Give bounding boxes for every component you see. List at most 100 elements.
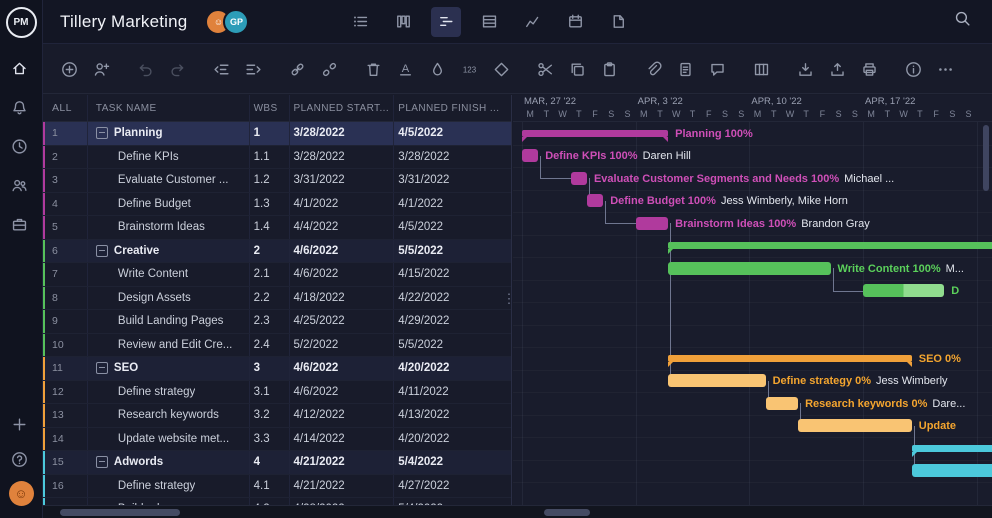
gantt-bar[interactable] — [522, 149, 538, 162]
gantt-vertical-scrollbar[interactable] — [983, 125, 989, 191]
gantt-bar[interactable] — [912, 464, 992, 477]
table-row[interactable]: 2Define KPIs1.13/28/20223/28/2022 — [42, 146, 511, 170]
search-icon[interactable] — [954, 10, 978, 34]
planned-start-cell[interactable]: 4/25/2022 — [290, 310, 395, 333]
collapse-icon[interactable] — [96, 456, 108, 468]
gantt-bar[interactable] — [668, 262, 830, 275]
wbs-cell[interactable]: 4.1 — [250, 475, 290, 498]
view-chart-button[interactable] — [517, 7, 547, 37]
gantt-bar[interactable] — [863, 284, 944, 297]
table-row[interactable]: 11SEO34/6/20224/20/2022 — [42, 357, 511, 381]
gantt-scroll-thumb[interactable] — [544, 509, 590, 516]
planned-start-cell[interactable]: 4/6/2022 — [290, 263, 395, 286]
toolbar-ellipsis-button[interactable] — [934, 58, 957, 81]
toolbar-user-plus-button[interactable] — [90, 58, 113, 81]
pm-logo[interactable]: PM — [6, 7, 37, 38]
collapse-icon[interactable] — [96, 127, 108, 139]
planned-start-cell[interactable]: 3/28/2022 — [290, 146, 395, 169]
view-report-button[interactable] — [603, 7, 633, 37]
view-gantt-button[interactable] — [431, 7, 461, 37]
toolbar-notes-button[interactable] — [674, 58, 697, 81]
wbs-cell[interactable]: 1.2 — [250, 169, 290, 192]
toolbar-trash-button[interactable] — [362, 58, 385, 81]
task-name-cell[interactable]: Planning — [88, 122, 250, 145]
view-sheet-button[interactable] — [474, 7, 504, 37]
wbs-cell[interactable]: 3.2 — [250, 404, 290, 427]
planned-start-cell[interactable]: 4/4/2022 — [290, 216, 395, 239]
wbs-cell[interactable]: 4.2 — [250, 498, 290, 505]
task-name-cell[interactable]: Design Assets — [88, 287, 250, 310]
column-header-finish[interactable]: PLANNED FINISH ... — [394, 95, 511, 121]
toolbar-link-button[interactable] — [286, 58, 309, 81]
task-name-cell[interactable]: Build Landing Pages — [88, 310, 250, 333]
wbs-cell[interactable]: 1 — [250, 122, 290, 145]
planned-start-cell[interactable]: 4/6/2022 — [290, 240, 395, 263]
gantt-bar[interactable] — [522, 130, 668, 137]
table-row[interactable]: 5Brainstorm Ideas1.44/4/20224/5/2022 — [42, 216, 511, 240]
planned-start-cell[interactable]: 4/1/2022 — [290, 193, 395, 216]
planned-start-cell[interactable]: 4/6/2022 — [290, 357, 395, 380]
task-name-cell[interactable]: Evaluate Customer ... — [88, 169, 250, 192]
toolbar-undo-button[interactable] — [134, 58, 157, 81]
wbs-cell[interactable]: 3.3 — [250, 428, 290, 451]
view-list-button[interactable] — [345, 7, 375, 37]
planned-finish-cell[interactable]: 4/27/2022 — [394, 475, 511, 498]
planned-start-cell[interactable]: 3/28/2022 — [290, 122, 395, 145]
avatar[interactable]: GP — [223, 9, 249, 35]
table-scroll-thumb[interactable] — [60, 509, 180, 516]
gantt-bar[interactable] — [912, 445, 992, 452]
wbs-cell[interactable]: 4 — [250, 451, 290, 474]
wbs-cell[interactable]: 2 — [250, 240, 290, 263]
column-header-name[interactable]: TASK NAME — [88, 95, 250, 121]
home-icon[interactable] — [11, 60, 31, 80]
table-row[interactable]: 12Define strategy3.14/6/20224/11/2022 — [42, 381, 511, 405]
planned-finish-cell[interactable]: 5/4/2022 — [394, 498, 511, 505]
clock-icon[interactable] — [11, 138, 31, 158]
toolbar-paint-button[interactable] — [426, 58, 449, 81]
table-row[interactable]: 4Define Budget1.34/1/20224/1/2022 — [42, 193, 511, 217]
planned-start-cell[interactable]: 4/14/2022 — [290, 428, 395, 451]
planned-finish-cell[interactable]: 5/4/2022 — [394, 451, 511, 474]
toolbar-circle-plus-button[interactable] — [58, 58, 81, 81]
task-name-cell[interactable]: Creative — [88, 240, 250, 263]
task-name-cell[interactable]: Brainstorm Ideas — [88, 216, 250, 239]
planned-finish-cell[interactable]: 3/31/2022 — [394, 169, 511, 192]
toolbar-import-button[interactable] — [794, 58, 817, 81]
task-name-cell[interactable]: Define Budget — [88, 193, 250, 216]
task-name-cell[interactable]: SEO — [88, 357, 250, 380]
toolbar-diamond-button[interactable] — [490, 58, 513, 81]
task-name-cell[interactable]: Build ads — [88, 498, 250, 505]
toolbar-export-button[interactable] — [826, 58, 849, 81]
planned-start-cell[interactable]: 4/21/2022 — [290, 475, 395, 498]
table-row[interactable]: 17Build ads4.24/28/20225/4/2022 — [42, 498, 511, 505]
planned-finish-cell[interactable]: 4/20/2022 — [394, 357, 511, 380]
table-row[interactable]: 7Write Content2.14/6/20224/15/2022 — [42, 263, 511, 287]
toolbar-redo-button[interactable] — [166, 58, 189, 81]
planned-finish-cell[interactable]: 4/11/2022 — [394, 381, 511, 404]
planned-start-cell[interactable]: 4/12/2022 — [290, 404, 395, 427]
view-board-button[interactable] — [388, 7, 418, 37]
team-icon[interactable] — [11, 177, 31, 197]
planned-start-cell[interactable]: 4/28/2022 — [290, 498, 395, 505]
toolbar-info-button[interactable] — [902, 58, 925, 81]
wbs-cell[interactable]: 2.4 — [250, 334, 290, 357]
toolbar-paste-button[interactable] — [598, 58, 621, 81]
gantt-bar[interactable] — [571, 172, 587, 185]
task-name-cell[interactable]: Define strategy — [88, 381, 250, 404]
table-row[interactable]: 1Planning13/28/20224/5/2022 — [42, 122, 511, 146]
toolbar-unlink-button[interactable] — [318, 58, 341, 81]
view-calendar-button[interactable] — [560, 7, 590, 37]
gantt-bar[interactable] — [766, 397, 798, 410]
planned-finish-cell[interactable]: 4/5/2022 — [394, 216, 511, 239]
planned-finish-cell[interactable]: 4/29/2022 — [394, 310, 511, 333]
column-header-start[interactable]: PLANNED START... — [290, 95, 395, 121]
horizontal-scrollbar[interactable] — [42, 505, 992, 518]
wbs-cell[interactable]: 1.1 — [250, 146, 290, 169]
plus-icon[interactable] — [11, 416, 31, 436]
planned-finish-cell[interactable]: 4/5/2022 — [394, 122, 511, 145]
planned-start-cell[interactable]: 4/21/2022 — [290, 451, 395, 474]
planned-start-cell[interactable]: 5/2/2022 — [290, 334, 395, 357]
user-avatar[interactable]: ☺ — [9, 481, 34, 506]
wbs-cell[interactable]: 2.3 — [250, 310, 290, 333]
planned-finish-cell[interactable]: 4/22/2022 — [394, 287, 511, 310]
